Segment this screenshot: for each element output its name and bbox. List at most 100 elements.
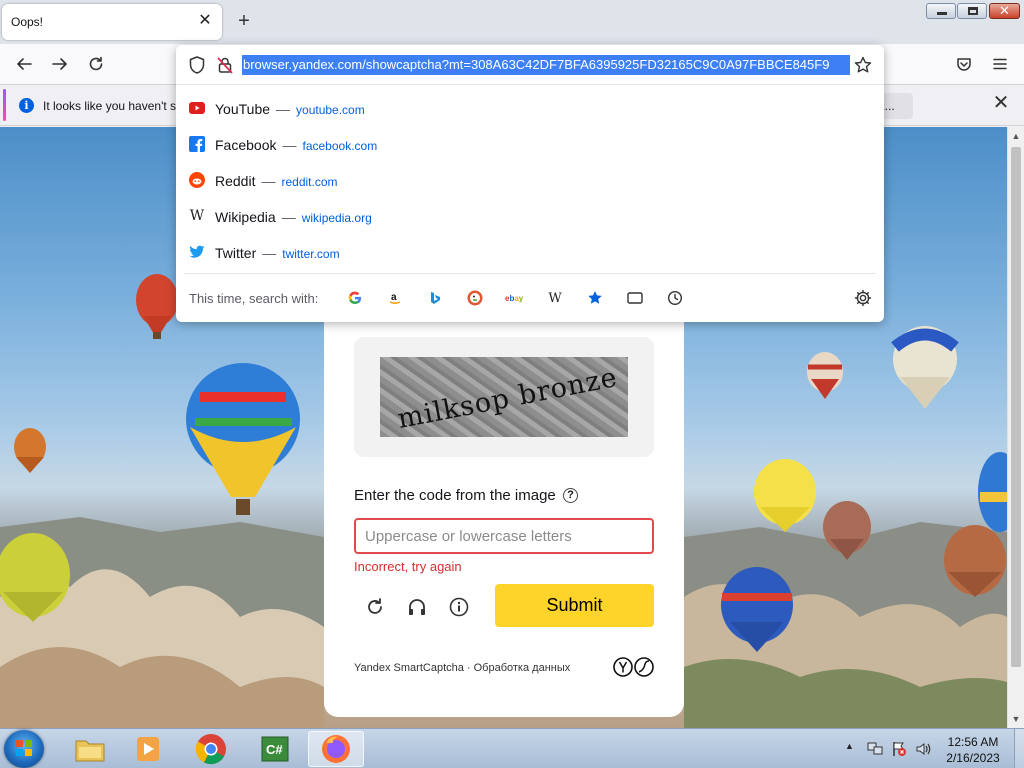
suggestion-separator: — (281, 209, 296, 225)
suggestion-twitter[interactable]: Twitter — twitter.com (176, 234, 884, 270)
amazon-icon[interactable]: a (384, 287, 406, 309)
info-icon: i (19, 98, 34, 113)
bing-icon[interactable] (424, 287, 446, 309)
action-center-flag-icon[interactable] (891, 741, 907, 757)
balloon (186, 363, 300, 515)
bookmarks-star-icon[interactable] (584, 287, 606, 309)
balloon (0, 533, 70, 622)
network-icon[interactable] (867, 741, 883, 757)
browser-tab[interactable]: Oops! ✕ (2, 4, 222, 40)
twitter-icon (189, 244, 205, 260)
bookmark-star-icon[interactable] (853, 55, 873, 75)
suggestion-separator: — (276, 101, 291, 117)
balloon (807, 352, 843, 399)
captcha-image-container: milksop bronze (354, 337, 654, 457)
captcha-instruction: Enter the code from the image (354, 487, 556, 504)
hamburger-menu-icon[interactable] (988, 52, 1012, 76)
taskbar-csharp-app[interactable]: C# (247, 731, 303, 767)
suggestion-domain: wikipedia.org (301, 211, 372, 225)
show-desktop-button[interactable] (1014, 729, 1024, 768)
balloon (823, 501, 871, 560)
suggestion-domain: youtube.com (296, 103, 365, 117)
wikipedia-icon: W (189, 208, 205, 224)
refresh-captcha-icon[interactable] (363, 595, 387, 619)
url-input[interactable]: browser.yandex.com/showcaptcha?mt=308A63… (242, 55, 850, 75)
headphones-icon[interactable] (405, 595, 429, 619)
duckduckgo-icon[interactable] (464, 287, 486, 309)
tab-close-icon[interactable]: ✕ (196, 12, 214, 30)
suggestion-separator: — (261, 173, 276, 189)
clock-time[interactable]: 12:56 AM (938, 735, 1008, 749)
wikipedia-search-icon[interactable]: W (544, 287, 566, 309)
facebook-icon (189, 136, 205, 152)
windows-logo-icon (16, 740, 32, 756)
tray-expand-icon[interactable]: ▲ (845, 741, 854, 751)
balloon (944, 525, 1006, 597)
csharp-app-icon: C# (261, 736, 289, 762)
pocket-icon[interactable] (952, 52, 976, 76)
clock-date[interactable]: 2/16/2023 (938, 751, 1008, 765)
taskbar-firefox[interactable] (308, 731, 364, 767)
reddit-icon (189, 172, 205, 188)
taskbar-media-player[interactable] (120, 731, 176, 767)
tab-bar: Oops! ✕ + ✕ (0, 0, 1024, 44)
notification-text: It looks like you haven't s (43, 99, 177, 113)
captcha-code-input[interactable] (354, 518, 654, 554)
google-icon[interactable] (344, 287, 366, 309)
balloon (14, 428, 46, 473)
help-icon[interactable]: ? (563, 488, 578, 503)
start-button[interactable] (4, 730, 44, 768)
firefox-icon (322, 735, 350, 763)
balloon (136, 274, 178, 339)
window-minimize-button[interactable] (926, 3, 956, 19)
svg-text:C#: C# (266, 742, 283, 757)
captcha-card: milksop bronze Enter the code from the i… (324, 287, 684, 717)
search-with-label: This time, search with: (189, 291, 319, 306)
ebay-icon[interactable]: ebay (504, 287, 526, 309)
captcha-image: milksop bronze (380, 357, 628, 437)
suggestion-facebook[interactable]: Facebook — facebook.com (176, 126, 884, 162)
page-scrollbar[interactable]: ▲ ▼ (1007, 127, 1024, 728)
suggestion-wikipedia[interactable]: W Wikipedia — wikipedia.org (176, 198, 884, 234)
balloon (754, 459, 816, 532)
back-arrow-icon[interactable] (12, 52, 36, 76)
suggestion-name: Reddit (215, 173, 256, 189)
notification-close-icon[interactable]: ✕ (991, 93, 1011, 114)
taskbar-chrome[interactable] (183, 731, 239, 767)
suggestion-name: Wikipedia (215, 209, 276, 225)
window-maximize-button[interactable] (957, 3, 987, 19)
youtube-icon (189, 100, 205, 116)
forward-arrow-icon[interactable] (48, 52, 72, 76)
suggestion-reddit[interactable]: Reddit — reddit.com (176, 162, 884, 198)
captcha-footer[interactable]: Yandex SmartCaptcha · Обработка данных (354, 662, 570, 674)
history-clock-icon[interactable] (664, 287, 686, 309)
reload-icon[interactable] (84, 52, 108, 76)
balloon (721, 567, 793, 652)
suggestion-domain: twitter.com (282, 247, 340, 261)
suggestion-youtube[interactable]: YouTube — youtube.com (176, 90, 884, 126)
suggestion-domain: reddit.com (281, 175, 338, 189)
insecure-lock-icon[interactable] (216, 55, 234, 75)
captcha-image-text: milksop bronze (395, 361, 621, 436)
taskbar-explorer[interactable] (62, 731, 118, 767)
suggestion-name: YouTube (215, 101, 271, 117)
submit-button[interactable]: Submit (495, 584, 654, 627)
notification-accent (3, 89, 6, 121)
yandex-logos-icon (613, 657, 654, 677)
scroll-up-arrow-icon[interactable]: ▲ (1011, 131, 1021, 141)
tab-title: Oops! (11, 15, 44, 29)
window-close-button[interactable]: ✕ (989, 3, 1020, 19)
tracking-shield-icon[interactable] (188, 55, 206, 75)
address-bar[interactable]: browser.yandex.com/showcaptcha?mt=308A63… (176, 45, 884, 85)
folder-icon (75, 740, 105, 762)
volume-icon[interactable] (915, 741, 931, 757)
suggestion-separator: — (262, 245, 277, 261)
info-circle-icon[interactable] (447, 595, 471, 619)
media-player-icon (137, 737, 159, 761)
new-tab-button[interactable]: + (233, 10, 255, 34)
scrollbar-thumb[interactable] (1011, 147, 1021, 667)
address-bar-dropdown: browser.yandex.com/showcaptcha?mt=308A63… (176, 45, 884, 322)
tabs-icon[interactable] (624, 287, 646, 309)
gear-icon[interactable] (854, 289, 872, 307)
scroll-down-arrow-icon[interactable]: ▼ (1011, 714, 1021, 724)
